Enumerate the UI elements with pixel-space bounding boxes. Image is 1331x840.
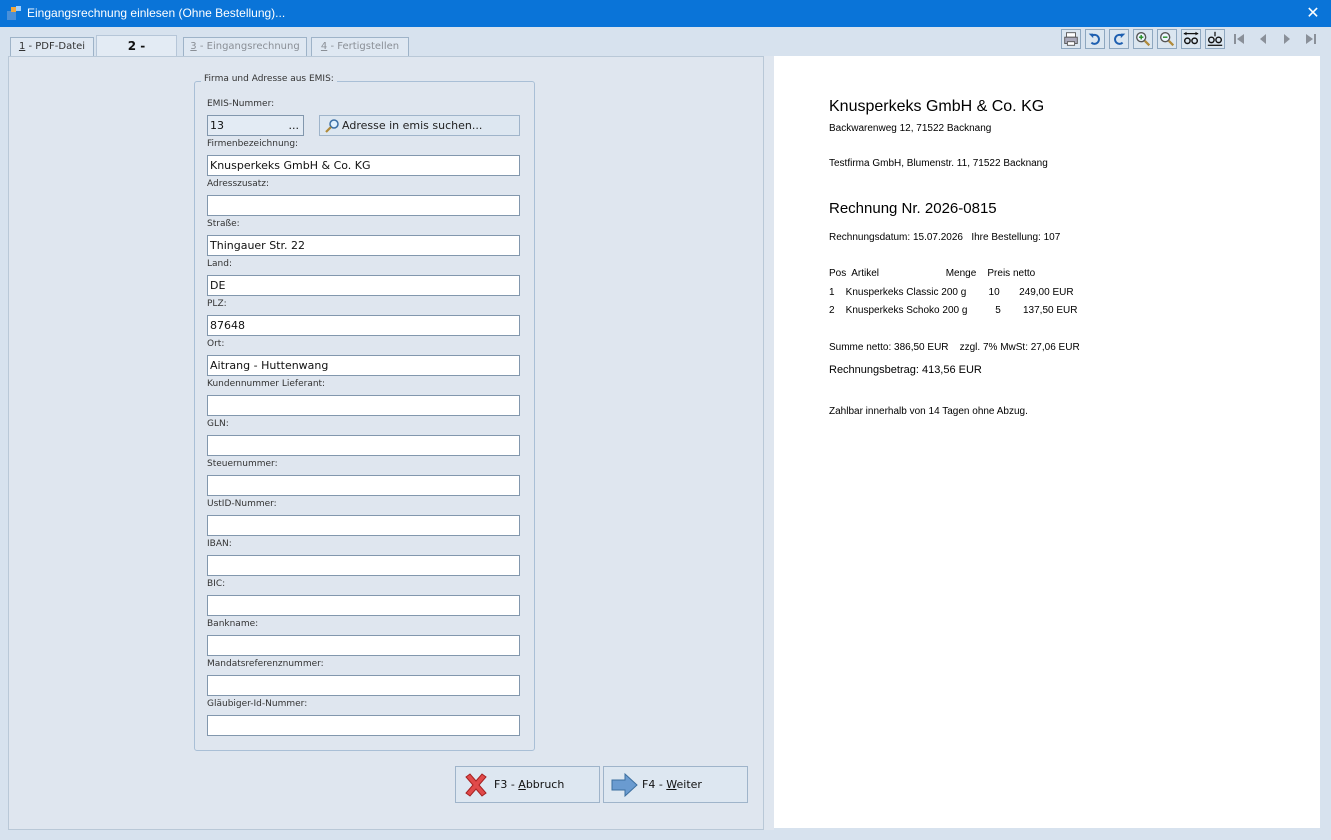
field-label: Kundennummer Lieferant:: [207, 379, 326, 389]
previous-page-icon[interactable]: [1253, 29, 1273, 49]
cancel-button[interactable]: F3 - Abbruch: [455, 766, 600, 803]
city-field[interactable]: Aitrang - Huttenwang: [207, 355, 520, 376]
invoice-sender-address: Backwarenweg 12, 71522 Backnang: [829, 123, 992, 134]
tab-fertigstellen[interactable]: 4 - Fertigstellen: [311, 37, 409, 57]
emis-number-value: 13: [210, 119, 224, 132]
print-icon[interactable]: [1061, 29, 1081, 49]
emis-number-label: EMIS-Nummer:: [207, 99, 275, 109]
creditor-id-field[interactable]: [207, 715, 520, 736]
invoice-title: Rechnung Nr. 2026-0815: [829, 200, 997, 217]
company-name-field[interactable]: Knusperkeks GmbH & Co. KG: [207, 155, 520, 176]
last-page-icon[interactable]: [1301, 29, 1321, 49]
undo-icon[interactable]: [1085, 29, 1105, 49]
invoice-company-name: Knusperkeks GmbH & Co. KG: [829, 98, 1045, 115]
invoice-table-row: 2 Knusperkeks Schoko 200 g 5 137,50 EUR: [829, 305, 1078, 316]
company-address-group: Firma und Adresse aus EMIS: EMIS-Nummer:…: [194, 74, 535, 751]
tab-pdf-datei[interactable]: 1 - PDF-Datei: [10, 37, 94, 57]
postal-code-field[interactable]: 87648: [207, 315, 520, 336]
supplier-customer-number-field[interactable]: [207, 395, 520, 416]
address-addition-field[interactable]: [207, 195, 520, 216]
next-label: F4 - Weiter: [642, 778, 702, 791]
lieferant-panel: Firma und Adresse aus EMIS: EMIS-Nummer:…: [8, 56, 764, 830]
field-label: GLN:: [207, 419, 229, 429]
country-field[interactable]: DE: [207, 275, 520, 296]
field-label: BIC:: [207, 579, 226, 589]
tax-number-field[interactable]: [207, 475, 520, 496]
red-x-icon: [465, 773, 487, 797]
field-label: Ort:: [207, 339, 225, 349]
invoice-table-header: Pos Artikel Menge Preis netto: [829, 268, 1036, 279]
zoom-out-icon[interactable]: [1157, 29, 1177, 49]
next-page-icon[interactable]: [1277, 29, 1297, 49]
field-label: IBAN:: [207, 539, 232, 549]
vat-id-field[interactable]: [207, 515, 520, 536]
fit-width-icon[interactable]: [1181, 29, 1201, 49]
field-label: Mandatsreferenznummer:: [207, 659, 324, 669]
app-icon: [7, 6, 21, 20]
field-label: Gläubiger-Id-Nummer:: [207, 699, 308, 709]
gln-field[interactable]: [207, 435, 520, 456]
title-bar: Eingangsrechnung einlesen (Ohne Bestellu…: [0, 0, 1331, 27]
invoice-meta: Rechnungsdatum: 15.07.2026 Ihre Bestellu…: [829, 232, 1061, 243]
field-label: Land:: [207, 259, 232, 269]
tab-lieferant[interactable]: 2 - Lieferant: [96, 35, 177, 74]
field-label: Steuernummer:: [207, 459, 278, 469]
magnifier-icon: [325, 119, 339, 133]
search-address-label: Adresse in emis suchen...: [342, 119, 483, 132]
group-title: Firma und Adresse aus EMIS:: [201, 74, 337, 84]
mandate-reference-field[interactable]: [207, 675, 520, 696]
redo-icon[interactable]: [1109, 29, 1129, 49]
zoom-in-icon[interactable]: [1133, 29, 1153, 49]
cancel-label: F3 - Abbruch: [494, 778, 565, 791]
field-label: Straße:: [207, 219, 240, 229]
emis-number-field[interactable]: 13 ...: [207, 115, 304, 136]
field-label: Adresszusatz:: [207, 179, 270, 189]
panel-splitter[interactable]: [764, 56, 774, 830]
bic-field[interactable]: [207, 595, 520, 616]
tab-eingangsrechnung[interactable]: 3 - Eingangsrechnung: [183, 37, 307, 57]
iban-field[interactable]: [207, 555, 520, 576]
field-label: PLZ:: [207, 299, 227, 309]
invoice-payment-terms: Zahlbar innerhalb von 14 Tagen ohne Abzu…: [829, 406, 1028, 417]
field-label: Bankname:: [207, 619, 259, 629]
invoice-sum-line: Summe netto: 386,50 EUR zzgl. 7% MwSt: 2…: [829, 342, 1080, 353]
close-window-button[interactable]: ✕: [1303, 3, 1323, 23]
next-button[interactable]: F4 - Weiter: [603, 766, 748, 803]
street-field[interactable]: Thingauer Str. 22: [207, 235, 520, 256]
pdf-preview: Knusperkeks GmbH & Co. KG Backwarenweg 1…: [774, 56, 1320, 828]
invoice-table-row: 1 Knusperkeks Classic 200 g 10 249,00 EU…: [829, 287, 1074, 298]
fit-page-icon[interactable]: [1205, 29, 1225, 49]
emis-lookup-dots-button[interactable]: ...: [289, 116, 300, 135]
first-page-icon[interactable]: [1229, 29, 1249, 49]
search-address-button[interactable]: Adresse in emis suchen...: [319, 115, 520, 136]
arrow-right-icon: [611, 772, 638, 798]
bank-name-field[interactable]: [207, 635, 520, 656]
field-label: UstID-Nummer:: [207, 499, 277, 509]
window-title: Eingangsrechnung einlesen (Ohne Bestellu…: [27, 6, 286, 20]
field-label: Firmenbezeichnung:: [207, 139, 299, 149]
invoice-recipient: Testfirma GmbH, Blumenstr. 11, 71522 Bac…: [829, 158, 1048, 169]
invoice-total-line: Rechnungsbetrag: 413,56 EUR: [829, 364, 982, 376]
